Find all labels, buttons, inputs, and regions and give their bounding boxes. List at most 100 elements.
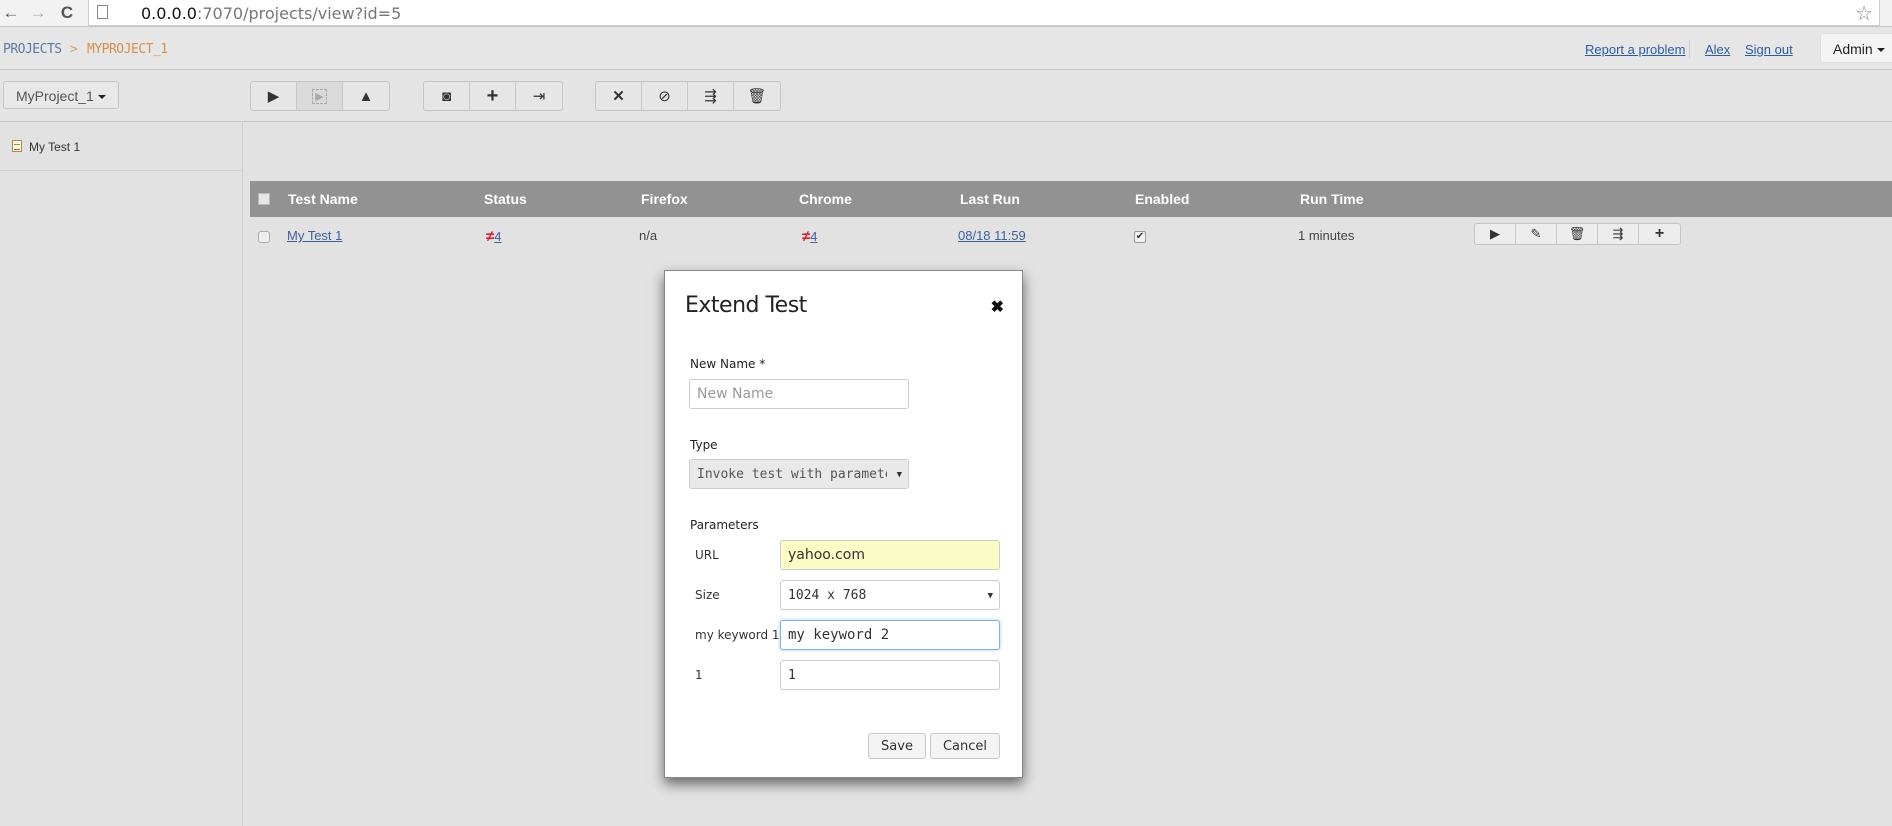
bookmark-star-icon[interactable]: ☆ <box>1855 1 1873 26</box>
add-test-button[interactable]: + <box>470 82 516 110</box>
type-value: Invoke test with parameters <box>697 466 887 482</box>
row-checkbox[interactable] <box>258 231 270 243</box>
row-extend-button[interactable]: ⇶ <box>1598 224 1639 244</box>
size-select[interactable]: 1024 x 768 ▼ <box>780 580 1000 610</box>
header-chrome[interactable]: Chrome <box>799 191 852 207</box>
extend-button[interactable]: ⇶ <box>688 82 734 110</box>
plus-icon: + <box>1654 225 1665 242</box>
size-value: 1024 x 768 <box>788 587 867 603</box>
table-row: My Test 1 ≠4 n/a ≠4 08/18 11:59 ✔ 1 minu… <box>250 217 1892 254</box>
param-1-input[interactable]: 1 <box>780 660 1000 690</box>
chrome-count-link[interactable]: 4 <box>810 229 817 244</box>
last-run-link[interactable]: 08/18 11:59 <box>958 228 1026 243</box>
test-name-link[interactable]: My Test 1 <box>287 228 342 243</box>
dialog-title: Extend Test <box>685 293 807 318</box>
top-navigation: PROJECTS > MYPROJECT_1 Report a problem … <box>0 28 1892 70</box>
extend-icon: ⇶ <box>1612 226 1624 241</box>
header-status[interactable]: Status <box>484 191 527 207</box>
screenshot-button[interactable]: ◙ <box>424 82 470 110</box>
chrome-cell: ≠4 <box>802 228 817 245</box>
sidebar-item-label: My Test 1 <box>29 140 81 154</box>
warning-button[interactable]: ▲ <box>343 82 389 110</box>
param-url-label: URL <box>695 548 719 562</box>
header-test-name[interactable]: Test Name <box>288 191 358 207</box>
fail-icon: ≠ <box>802 228 811 245</box>
breadcrumb-projects[interactable]: PROJECTS <box>3 42 62 57</box>
url-input[interactable]: yahoo.com <box>780 540 1000 570</box>
url-path: :7070/projects/view?id=5 <box>196 4 402 23</box>
indent-icon: ⇥ <box>532 88 546 105</box>
admin-dropdown[interactable]: Admin <box>1820 33 1892 63</box>
sidebar: My Test 1 <box>0 122 243 826</box>
tools-button[interactable]: ✕ <box>596 82 642 110</box>
firefox-cell: n/a <box>639 228 658 243</box>
sign-out-link[interactable]: Sign out <box>1745 42 1793 57</box>
select-arrow-icon: ▼ <box>987 591 993 601</box>
trash-icon: 🗑 <box>747 88 767 105</box>
param-size-label: Size <box>695 588 720 602</box>
pencil-icon: ✎ <box>1530 226 1542 241</box>
row-edit-button[interactable]: ✎ <box>1516 224 1557 244</box>
plus-icon: + <box>486 84 499 107</box>
url-text[interactable]: 0.0.0.0:7070/projects/view?id=5 <box>141 4 401 23</box>
new-name-label: New Name * <box>690 357 766 371</box>
cancel-button[interactable]: Cancel <box>930 733 1000 759</box>
run-selected-button[interactable]: ▶ <box>297 82 343 110</box>
run-selected-icon: ▶ <box>312 88 327 104</box>
url-host: 0.0.0.0 <box>141 4 197 23</box>
play-icon: ▶ <box>1490 226 1500 241</box>
close-icon[interactable]: ✖ <box>991 297 1004 317</box>
admin-label: Admin <box>1833 41 1873 57</box>
tools-icon: ✕ <box>612 88 625 105</box>
report-problem-link[interactable]: Report a problem <box>1585 42 1685 57</box>
reload-icon[interactable]: C <box>57 2 77 24</box>
run-icon: ▶ <box>267 88 280 105</box>
camera-icon: ◙ <box>441 87 452 105</box>
header-run-time[interactable]: Run Time <box>1300 191 1364 207</box>
manage-button-group: ✕ ⊘ ⇶ 🗑 <box>595 81 781 111</box>
disable-button[interactable]: ⊘ <box>642 82 688 110</box>
row-run-button[interactable]: ▶ <box>1475 224 1516 244</box>
extend-icon: ⇶ <box>704 88 717 105</box>
table-header: Test Name Status Firefox Chrome Last Run… <box>250 181 1892 217</box>
delete-button[interactable]: 🗑 <box>734 82 780 110</box>
breadcrumb-separator: > <box>70 42 78 57</box>
project-label: MyProject_1 <box>16 88 94 104</box>
run-time-cell: 1 minutes <box>1298 228 1355 243</box>
status-count-link[interactable]: 4 <box>494 229 501 244</box>
row-add-button[interactable]: + <box>1639 224 1680 244</box>
trash-icon: 🗑 <box>1568 226 1586 241</box>
type-select[interactable]: Invoke test with parameters ▼ <box>689 459 909 489</box>
page-icon <box>97 5 108 19</box>
header-last-run[interactable]: Last Run <box>960 191 1020 207</box>
project-dropdown[interactable]: MyProject_1 <box>3 81 119 109</box>
select-all-checkbox[interactable] <box>258 193 270 205</box>
indent-button[interactable]: ⇥ <box>516 82 562 110</box>
sidebar-item-test[interactable]: My Test 1 <box>0 122 243 171</box>
breadcrumb-current: MYPROJECT_1 <box>87 42 168 57</box>
user-link[interactable]: Alex <box>1705 42 1730 57</box>
warning-icon: ▲ <box>358 87 374 105</box>
edit-button-group: ◙ + ⇥ <box>423 81 563 111</box>
address-bar[interactable]: 0.0.0.0:7070/projects/view?id=5 ☆ <box>88 0 1880 26</box>
header-firefox[interactable]: Firefox <box>641 191 688 207</box>
save-button[interactable]: Save <box>868 733 926 759</box>
new-name-input[interactable]: New Name <box>689 379 909 409</box>
status-cell: ≠4 <box>486 228 501 245</box>
run-button[interactable]: ▶ <box>251 82 297 110</box>
parameters-label: Parameters <box>690 518 759 532</box>
row-delete-button[interactable]: 🗑 <box>1557 224 1598 244</box>
caret-down-icon <box>1876 48 1885 53</box>
keyword-input[interactable]: my keyword 2 <box>780 620 1000 650</box>
param-1-label: 1 <box>695 668 703 682</box>
back-icon[interactable]: ← <box>1 2 21 24</box>
select-arrow-icon: ▼ <box>896 470 902 480</box>
header-enabled[interactable]: Enabled <box>1135 191 1189 207</box>
param-keyword-label: my keyword 1 <box>695 628 780 642</box>
enabled-checkbox[interactable]: ✔ <box>1134 231 1146 243</box>
document-icon <box>12 140 22 152</box>
row-actions: ▶ ✎ 🗑 ⇶ + <box>1474 223 1681 245</box>
browser-toolbar: ← → C 0.0.0.0:7070/projects/view?id=5 ☆ <box>0 0 1892 27</box>
toolbar: MyProject_1 ▶ ▶ ▲ ◙ + ⇥ ✕ ⊘ ⇶ 🗑 <box>0 71 1892 122</box>
forward-icon[interactable]: → <box>28 2 48 24</box>
